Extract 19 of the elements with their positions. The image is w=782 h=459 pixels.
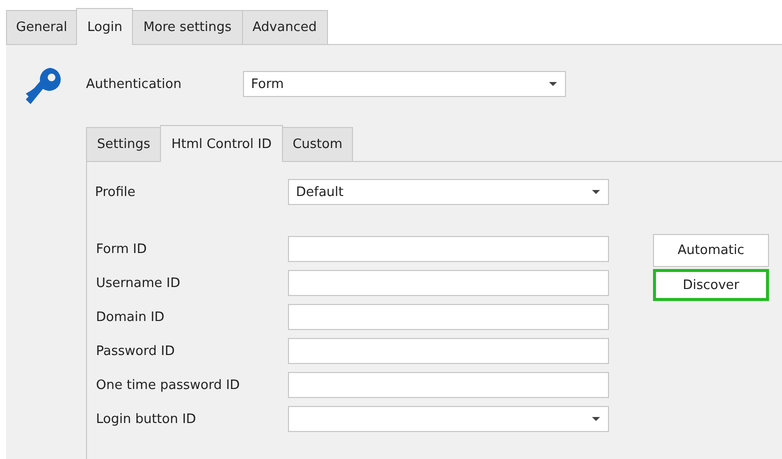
tab[interactable]: Settings — [86, 127, 162, 161]
field-label: Password ID — [95, 344, 176, 358]
tab[interactable]: More settings — [132, 10, 243, 44]
tab[interactable]: Advanced — [242, 10, 328, 44]
tab[interactable]: Login — [76, 8, 134, 45]
action-button[interactable]: Discover — [653, 269, 769, 301]
field-label: Form ID — [95, 242, 148, 256]
authentication-dropdown[interactable]: Form — [243, 71, 566, 97]
field-label: Login button ID — [95, 412, 198, 426]
field-label: One time password ID — [95, 378, 241, 392]
action-button[interactable]: Automatic — [653, 234, 769, 267]
authentication-label: Authentication — [86, 76, 182, 92]
field-label: Username ID — [95, 276, 182, 290]
profile-dropdown[interactable]: Default — [288, 179, 609, 205]
tab[interactable]: Html Control ID — [160, 125, 283, 162]
tab[interactable]: General — [6, 10, 78, 44]
profile-label: Profile — [95, 184, 136, 200]
field-label: Domain ID — [95, 310, 166, 324]
tab[interactable]: Custom — [282, 127, 354, 161]
